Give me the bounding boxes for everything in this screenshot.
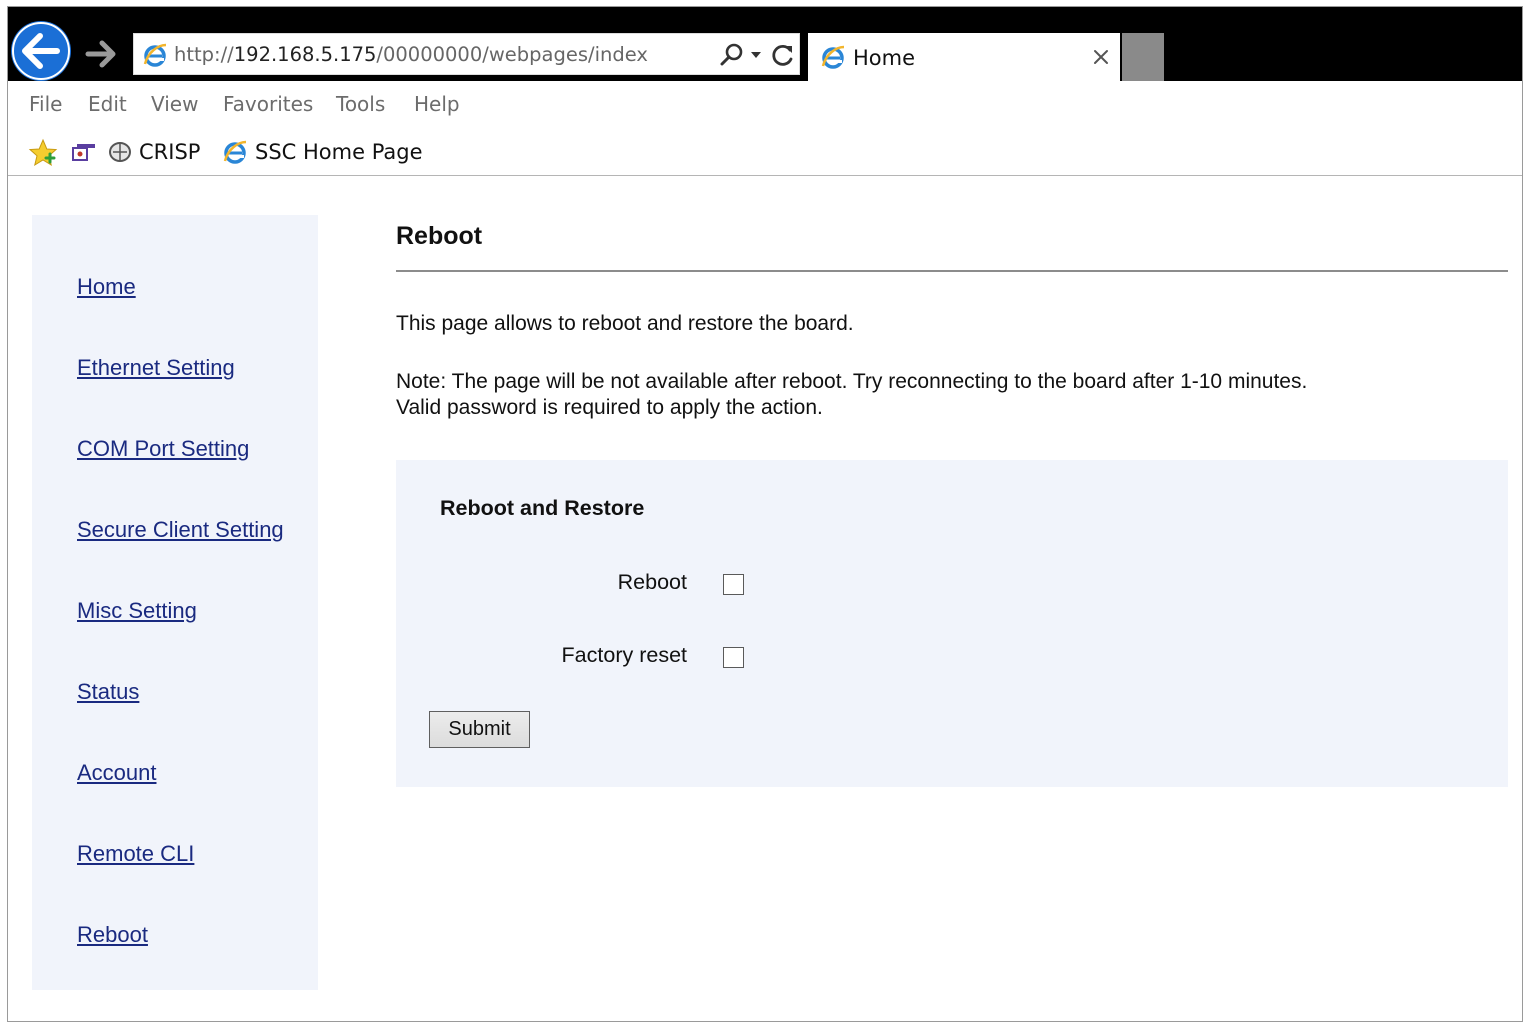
close-icon[interactable]: [1090, 46, 1112, 68]
page-content: Home Ethernet Setting COM Port Setting S…: [8, 176, 1522, 1021]
menu-favorites[interactable]: Favorites: [223, 81, 313, 128]
favorite-ssc-home-page[interactable]: SSC Home Page: [220, 127, 430, 175]
tab-title: Home: [853, 46, 916, 70]
factory-reset-label: Factory reset: [561, 643, 687, 667]
sidebar-item-secure-client-setting[interactable]: Secure Client Setting: [77, 517, 284, 543]
back-arrow-icon: [12, 22, 70, 80]
favorites-bar: CRISP SSC Home Page: [8, 127, 1522, 175]
page-title: Reboot: [396, 222, 483, 250]
menu-file[interactable]: File: [29, 81, 62, 128]
url-prefix: http://: [174, 43, 234, 66]
favorite-crisp[interactable]: CRISP: [106, 127, 206, 175]
note-line-2: Valid password is required to apply the …: [396, 396, 823, 419]
url-host: 192.168.5.175: [233, 43, 377, 66]
sidebar: Home Ethernet Setting COM Port Setting S…: [32, 215, 318, 990]
sidebar-item-com-port-setting[interactable]: COM Port Setting: [77, 436, 249, 462]
ie-icon: [223, 140, 247, 164]
tab-home[interactable]: Home: [808, 33, 1120, 81]
menu-edit[interactable]: Edit: [88, 81, 127, 128]
title-divider: [396, 270, 1508, 272]
new-tab-button[interactable]: [1122, 33, 1164, 81]
address-bar[interactable]: http://192.168.5.175/00000000/webpages/i…: [133, 33, 800, 75]
suggested-sites-icon[interactable]: [71, 141, 97, 163]
sidebar-item-remote-cli[interactable]: Remote CLI: [77, 841, 194, 867]
url-text[interactable]: http://192.168.5.175/00000000/webpages/i…: [174, 34, 648, 74]
back-button[interactable]: [11, 21, 71, 81]
refresh-icon[interactable]: [770, 42, 796, 68]
url-path: /00000000/webpages/index: [376, 43, 648, 66]
reboot-label: Reboot: [617, 570, 687, 594]
forward-button[interactable]: [84, 39, 118, 69]
reboot-checkbox[interactable]: [723, 574, 744, 595]
browser-titlebar: http://192.168.5.175/00000000/webpages/i…: [8, 7, 1522, 81]
ie-tab-icon: [821, 45, 845, 69]
favorite-crisp-label: CRISP: [139, 140, 201, 164]
page-description: This page allows to reboot and restore t…: [396, 312, 854, 335]
menu-help[interactable]: Help: [414, 81, 460, 128]
reboot-note: Note: The page will be not available aft…: [396, 369, 1307, 421]
menu-bar: File Edit View Favorites Tools Help: [8, 81, 1522, 127]
ie-page-icon: [143, 43, 167, 67]
favorites-star-icon[interactable]: [28, 138, 58, 168]
factory-reset-checkbox[interactable]: [723, 647, 744, 668]
menu-view[interactable]: View: [151, 81, 198, 128]
sidebar-item-home[interactable]: Home: [77, 274, 136, 300]
forward-arrow-icon: [85, 40, 116, 68]
menu-tools[interactable]: Tools: [336, 81, 385, 128]
browser-window: http://192.168.5.175/00000000/webpages/i…: [7, 6, 1523, 1022]
favorite-ssc-label: SSC Home Page: [255, 140, 423, 164]
crisp-icon: [109, 142, 131, 162]
chevron-down-icon[interactable]: [749, 46, 763, 64]
sidebar-item-status[interactable]: Status: [77, 679, 139, 705]
reboot-restore-form: Reboot and Restore Reboot Factory reset …: [396, 460, 1508, 787]
form-title: Reboot and Restore: [440, 496, 645, 520]
sidebar-item-ethernet-setting[interactable]: Ethernet Setting: [77, 355, 235, 381]
sidebar-item-reboot[interactable]: Reboot: [77, 922, 148, 948]
sidebar-item-account[interactable]: Account: [77, 760, 157, 786]
sidebar-item-misc-setting[interactable]: Misc Setting: [77, 598, 197, 624]
note-line-1: Note: The page will be not available aft…: [396, 370, 1308, 393]
submit-button[interactable]: Submit: [429, 711, 530, 748]
search-icon[interactable]: [720, 43, 744, 67]
